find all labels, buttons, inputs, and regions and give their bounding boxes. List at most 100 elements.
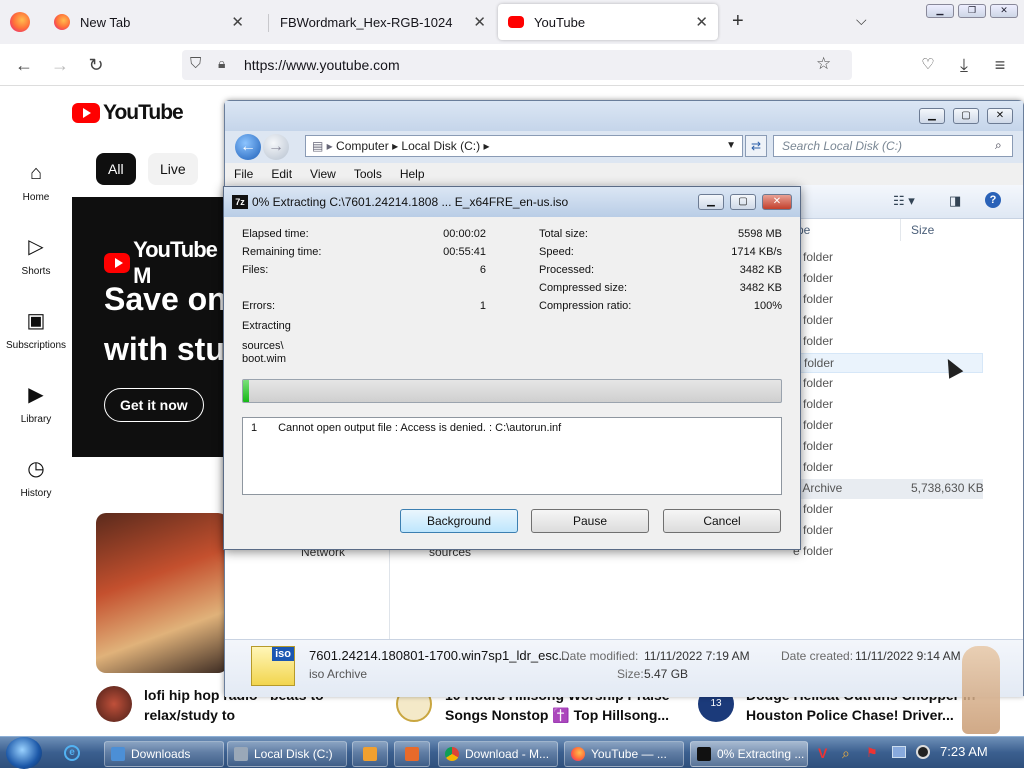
close-tab-icon[interactable]: ✕ <box>695 13 708 31</box>
file-row[interactable]: e folder <box>793 395 983 415</box>
column-header-size[interactable]: Size <box>911 223 934 237</box>
file-row[interactable]: e folder <box>793 374 983 394</box>
taskbar-item-chrome[interactable]: Download - M... <box>438 741 558 767</box>
video-title-line2[interactable]: Songs Nonstop ✝️ Top Hillsong... <box>445 705 669 725</box>
youtube-sidebar: ⌂ Home ▷ Shorts ▣ Subscriptions ▶ Librar… <box>0 86 72 736</box>
cancel-button[interactable]: Cancel <box>663 509 781 533</box>
tray-icon-flag[interactable]: ⚑ <box>866 745 878 761</box>
promo-headline-2: with stu <box>104 331 225 367</box>
minimize-button[interactable]: ▁ <box>698 194 724 210</box>
url-bar[interactable]: ⛉ 🔒︎ https://www.youtube.com ☆ <box>182 50 852 80</box>
channel-avatar[interactable] <box>96 686 132 722</box>
back-icon[interactable]: ← <box>235 134 261 160</box>
history-dropdown-icon[interactable]: ▼ <box>726 136 736 156</box>
list-tabs-icon[interactable]: ⌵ <box>856 12 867 29</box>
taskbar-item-local-disk[interactable]: Local Disk (C:) <box>227 741 347 767</box>
file-row[interactable]: e folder <box>793 542 983 562</box>
menu-file[interactable]: File <box>225 163 262 185</box>
internet-explorer-icon[interactable]: e <box>64 745 80 761</box>
breadcrumb-local-disk[interactable]: Local Disk (C:) <box>401 139 480 153</box>
get-it-now-button[interactable]: Get it now <box>104 388 204 422</box>
taskbar-clock[interactable]: 7:23 AM <box>940 744 988 759</box>
sidebar-item-shorts[interactable]: ▷ Shorts <box>0 236 72 277</box>
menu-edit[interactable]: Edit <box>262 163 301 185</box>
new-tab-button[interactable]: + <box>732 10 744 33</box>
file-row[interactable]: e folder <box>793 437 983 457</box>
taskbar-item-media-player[interactable] <box>352 741 388 767</box>
close-button[interactable]: ✕ <box>762 194 792 210</box>
tray-icon-network[interactable] <box>892 746 906 758</box>
sidebar-item-subscriptions[interactable]: ▣ Subscriptions <box>0 310 72 351</box>
file-row[interactable]: o Archive 5,738,630 KB <box>793 479 984 499</box>
taskbar-item-app[interactable] <box>394 741 430 767</box>
chip-all[interactable]: All <box>96 153 136 185</box>
background-button[interactable]: Background <box>400 509 518 533</box>
maximize-button[interactable]: ▢ <box>953 108 979 124</box>
preview-pane-icon[interactable]: ◨ <box>949 193 961 209</box>
close-button[interactable]: ✕ <box>987 108 1013 124</box>
menu-help[interactable]: Help <box>391 163 434 185</box>
tray-icon-search[interactable]: ⌕ <box>842 745 850 762</box>
file-row[interactable]: e folder <box>793 458 983 478</box>
firefox-menu-icon[interactable] <box>10 12 30 32</box>
video-thumbnail-lofi[interactable] <box>96 513 228 673</box>
close-button[interactable]: ✕ <box>990 4 1018 18</box>
file-row[interactable]: e folder <box>793 500 983 520</box>
minimize-button[interactable]: ▁ <box>919 108 945 124</box>
taskbar-item-firefox[interactable]: YouTube — ... <box>564 741 684 767</box>
sidebar-item-home[interactable]: ⌂ Home <box>0 162 72 203</box>
address-bar[interactable]: ▤ ▸ Computer ▸ Local Disk (C:) ▸ ▼ <box>305 135 743 157</box>
shield-icon[interactable]: ⛉ <box>190 55 201 72</box>
bookmark-star-icon[interactable]: ☆ <box>816 54 831 74</box>
restore-button[interactable]: ❐ <box>958 4 986 18</box>
downloads-icon[interactable]: ⤓ <box>952 53 976 77</box>
taskbar-item-7zip[interactable]: 0% Extracting ... <box>690 741 808 767</box>
taskbar-item-downloads[interactable]: Downloads <box>104 741 224 767</box>
tab-new-tab[interactable]: New Tab ✕ <box>44 4 254 40</box>
tab-youtube[interactable]: YouTube ✕ <box>498 4 718 40</box>
menu-tools[interactable]: Tools <box>345 163 391 185</box>
help-icon[interactable]: ? <box>985 192 1001 208</box>
maximize-button[interactable]: ▢ <box>730 194 756 210</box>
file-row[interactable]: e folder <box>793 290 983 310</box>
breadcrumb-separator-icon[interactable]: ▸ <box>483 139 489 153</box>
tray-icon-v[interactable]: V <box>818 745 827 761</box>
forward-icon[interactable]: → <box>263 134 289 160</box>
breadcrumb-computer[interactable]: Computer <box>336 139 389 153</box>
url-text[interactable]: https://www.youtube.com <box>244 57 400 73</box>
file-row[interactable]: e folder <box>793 332 983 352</box>
minimize-button[interactable]: ▁ <box>926 4 954 18</box>
video-title-line2[interactable]: Houston Police Chase! Driver... <box>746 705 954 725</box>
pocket-icon[interactable]: ♡ <box>916 53 940 77</box>
error-message-list[interactable]: 1 Cannot open output file : Access is de… <box>242 417 782 495</box>
tray-icon-volume[interactable] <box>916 745 930 759</box>
file-row[interactable]: e folder <box>793 269 983 289</box>
hamburger-menu-icon[interactable]: ≡ <box>988 53 1012 77</box>
forward-icon[interactable]: → <box>48 53 72 77</box>
video-title-line2[interactable]: relax/study to <box>144 705 235 725</box>
pause-button[interactable]: Pause <box>531 509 649 533</box>
compressed-size-label: Compressed size: <box>539 282 628 294</box>
youtube-logo[interactable]: YouTube <box>72 101 184 125</box>
refresh-icon[interactable]: ⇄ <box>745 135 767 157</box>
close-tab-icon[interactable]: ✕ <box>473 13 486 31</box>
sidebar-item-library[interactable]: ▶ Library <box>0 384 72 425</box>
file-row[interactable]: e folder <box>793 248 983 268</box>
chip-live[interactable]: Live <box>148 153 198 185</box>
lock-icon[interactable]: 🔒︎ <box>218 55 225 72</box>
reload-icon[interactable]: ↻ <box>84 53 108 77</box>
view-options-icon[interactable]: ☷ ▾ <box>893 193 915 209</box>
total-size-value: 5598 MB <box>737 228 782 240</box>
close-tab-icon[interactable]: ✕ <box>231 13 244 31</box>
shorts-icon: ▷ <box>28 236 44 258</box>
tab-fbwordmark[interactable]: FBWordmark_Hex-RGB-1024 ✕ <box>270 4 496 40</box>
back-icon[interactable]: ← <box>12 53 36 77</box>
menu-view[interactable]: View <box>301 163 345 185</box>
file-row[interactable]: e folder <box>793 521 983 541</box>
file-row[interactable]: e folder <box>793 311 983 331</box>
sidebar-item-history[interactable]: ◷ History <box>0 458 72 499</box>
search-input[interactable]: Search Local Disk (C:) <box>773 135 1013 157</box>
start-button[interactable] <box>6 737 42 769</box>
search-icon[interactable]: ⌕ <box>995 138 1002 153</box>
file-row[interactable]: e folder <box>793 416 983 436</box>
